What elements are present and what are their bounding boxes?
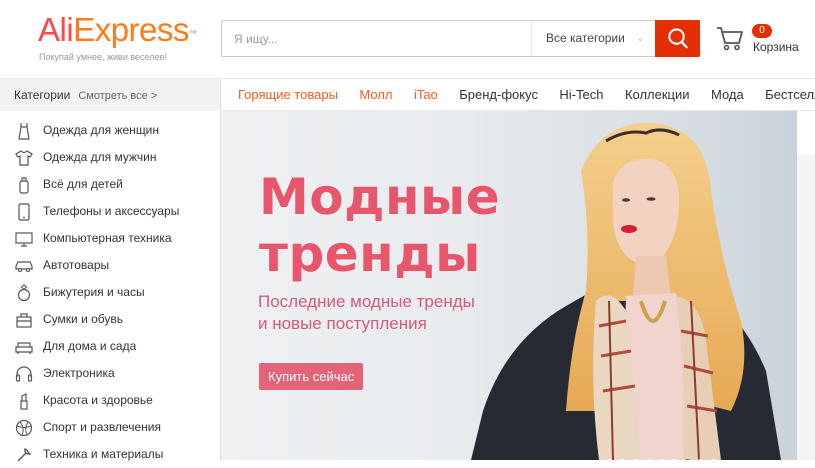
- sidebar-item-sport[interactable]: Спорт и развлечения: [0, 414, 220, 441]
- chevron-down-icon: ⌄: [636, 33, 644, 43]
- phone-icon: [18, 203, 30, 221]
- see-all-link[interactable]: Смотреть все >: [78, 90, 157, 102]
- category-select[interactable]: Все категории ⌄: [531, 21, 656, 56]
- shirt-icon: [15, 150, 33, 166]
- cart-icon: [717, 27, 743, 51]
- sidebar-item-label: Спорт и развлечения: [43, 420, 161, 434]
- logo-express: Express: [73, 11, 189, 48]
- sidebar-item-tools[interactable]: Техника и материалы: [0, 441, 220, 468]
- nav-links: Горящие товары Молл iTao Бренд-фокус Hi-…: [238, 79, 815, 111]
- nav-link-collections[interactable]: Коллекции: [625, 79, 690, 111]
- sidebar-item-label: Одежда для женщин: [43, 123, 160, 137]
- sidebar-item-home[interactable]: Для дома и сада: [0, 333, 220, 360]
- banner-title-line-1: Модные: [259, 168, 501, 226]
- cart-count-badge: 0: [752, 24, 772, 38]
- search-icon: [668, 28, 688, 49]
- baby-bottle-icon: [19, 177, 29, 194]
- sidebar-item-electronics[interactable]: Электроника: [0, 360, 220, 387]
- categories-header[interactable]: Категории Смотреть все >: [0, 79, 221, 111]
- nav-link-brand-focus[interactable]: Бренд-фокус: [459, 79, 538, 111]
- sidebar-item-label: Телефоны и аксессуары: [43, 204, 180, 218]
- dress-icon: [18, 123, 30, 140]
- sidebar-item-jewelry[interactable]: Бижутерия и часы: [0, 279, 220, 306]
- sidebar-item-label: Техника и материалы: [43, 447, 164, 461]
- computer-icon: [15, 232, 33, 247]
- lipstick-icon: [20, 393, 28, 410]
- logo-ali: Ali: [38, 11, 74, 48]
- banner-subtitle-line-1: Последние модные тренды: [258, 292, 475, 311]
- banner-subtitle-line-2: и новые поступления: [258, 314, 427, 333]
- sofa-icon: [15, 342, 33, 354]
- carousel-dots: [606, 453, 723, 460]
- car-icon: [15, 261, 33, 273]
- sidebar-item-label: Всё для детей: [43, 177, 123, 191]
- sidebar-item-kids[interactable]: Всё для детей: [0, 171, 220, 198]
- buy-now-button[interactable]: Купить сейчас: [259, 363, 364, 390]
- banner-subtitle: Последние модные тренды и новые поступле…: [258, 291, 475, 335]
- sidebar-item-label: Бижутерия и часы: [43, 285, 145, 299]
- banner-title-line-2: тренды: [259, 225, 481, 283]
- top-navigation: Категории Смотреть все > Горящие товары М…: [0, 78, 815, 111]
- cart-label: Корзина: [753, 40, 799, 54]
- tools-icon: [17, 448, 32, 462]
- header: AliExpress™ Покупай умнее, живи веселее!…: [0, 0, 815, 78]
- nav-link-itao[interactable]: iTao: [414, 79, 438, 111]
- sidebar-item-phones[interactable]: Телефоны и аксессуары: [0, 198, 220, 225]
- nav-link-fashion[interactable]: Мода: [711, 79, 744, 111]
- aliexpress-logo[interactable]: AliExpress™: [38, 10, 197, 50]
- nav-link-mall[interactable]: Молл: [359, 79, 392, 111]
- sidebar-item-men[interactable]: Одежда для мужчин: [0, 144, 220, 171]
- nav-link-hot-deals[interactable]: Горящие товары: [238, 79, 338, 111]
- ring-icon: [17, 284, 31, 302]
- sidebar-item-label: Компьютерная техника: [43, 231, 172, 245]
- sidebar-item-beauty[interactable]: Красота и здоровье: [0, 387, 220, 414]
- sidebar-item-label: Для дома и сада: [43, 339, 137, 353]
- promo-banner[interactable]: Модные тренды Последние модные тренды и …: [221, 111, 797, 460]
- side-panel-strip: [797, 155, 815, 460]
- tagline: Покупай умнее, живи веселее!: [39, 52, 167, 62]
- category-sidebar: Одежда для женщин Одежда для мужчин Всё …: [0, 111, 221, 462]
- sidebar-item-label: Автотовары: [43, 258, 110, 272]
- nav-link-bestsellers[interactable]: Бестселлер: [765, 79, 815, 111]
- cart-button[interactable]: 0 Корзина: [716, 24, 806, 64]
- sidebar-item-auto[interactable]: Автотовары: [0, 252, 220, 279]
- nav-link-hi-tech[interactable]: Hi-Tech: [559, 79, 603, 111]
- headphones-icon: [15, 366, 33, 382]
- banner-title: Модные тренды: [259, 169, 500, 283]
- search-bar: Все категории ⌄: [221, 20, 700, 57]
- sidebar-item-bags[interactable]: Сумки и обувь: [0, 306, 220, 333]
- sidebar-item-women[interactable]: Одежда для женщин: [0, 117, 220, 144]
- search-button[interactable]: [655, 20, 700, 57]
- logo-trademark: ™: [188, 29, 197, 38]
- bag-icon: [16, 313, 32, 328]
- search-input[interactable]: [222, 21, 530, 56]
- sidebar-item-label: Красота и здоровье: [43, 393, 153, 407]
- sidebar-item-label: Электроника: [43, 366, 115, 380]
- sidebar-item-label: Сумки и обувь: [43, 312, 124, 326]
- sidebar-item-label: Одежда для мужчин: [43, 150, 157, 164]
- sidebar-item-computers[interactable]: Компьютерная техника: [0, 225, 220, 252]
- categories-label: Категории: [14, 88, 71, 102]
- category-select-value: Все категории: [546, 31, 625, 45]
- banner-side-panel: [797, 111, 815, 460]
- ball-icon: [15, 419, 33, 437]
- banner-model-image: [471, 111, 797, 460]
